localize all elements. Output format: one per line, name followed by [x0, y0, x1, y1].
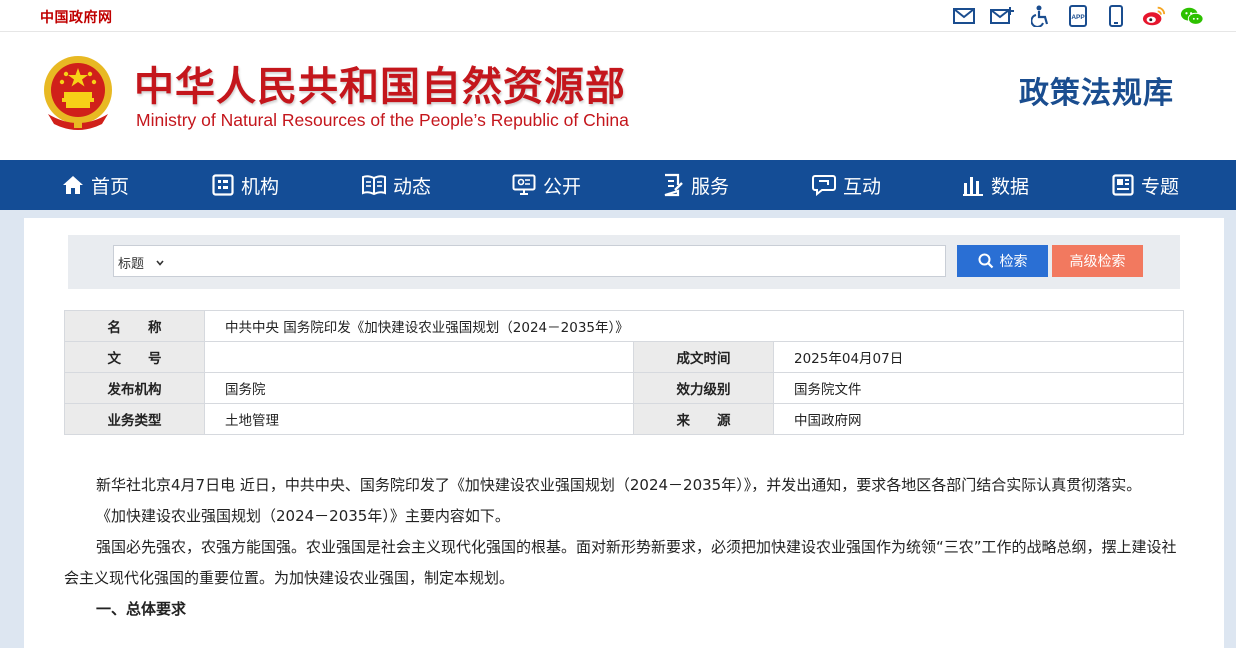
chevron-down-icon[interactable]: [155, 253, 165, 272]
nav-item-label: 互动: [843, 175, 882, 198]
advanced-search-label: 高级检索: [1069, 253, 1126, 269]
table-row: 文 号 成文时间 2025年04月07日: [64, 341, 1184, 373]
meta-label-name: 名 称: [64, 310, 205, 342]
nav-item-service[interactable]: 服务: [662, 160, 729, 210]
table-row: 名 称 中共中央 国务院印发《加快建设农业强国规划（2024－2035年）》: [64, 310, 1184, 342]
meta-value-level: 国务院文件: [773, 372, 1184, 404]
ministry-title-cn: 中华人民共和国自然资源部: [134, 64, 626, 110]
meta-value-issuer: 国务院: [204, 372, 634, 404]
top-bar: 中国政府网 APP: [0, 0, 1236, 32]
main-nav: 首页 机构 动态 公开 服务 互动 数据 专题: [0, 160, 1236, 210]
search-button[interactable]: 检索: [957, 245, 1048, 277]
nav-item-label: 机构: [241, 175, 280, 198]
app-icon[interactable]: APP: [1066, 4, 1090, 28]
nav-item-home[interactable]: 首页: [62, 160, 129, 210]
meta-value-type: 土地管理: [204, 403, 634, 435]
wechat-icon[interactable]: [1180, 4, 1204, 28]
ministry-title-en: Ministry of Natural Resources of the Peo…: [136, 110, 629, 130]
article-body: 新华社北京4月7日电 近日，中共中央、国务院印发了《加快建设农业强国规划（202…: [64, 470, 1184, 625]
meta-value-docno: [204, 341, 634, 373]
top-icon-group: APP: [952, 4, 1204, 28]
table-row: 发布机构 国务院 效力级别 国务院文件: [64, 372, 1184, 404]
nav-item-label: 服务: [691, 175, 730, 198]
nav-item-label: 首页: [91, 175, 130, 198]
meta-value-name: 中共中央 国务院印发《加快建设农业强国规划（2024－2035年）》: [204, 310, 1184, 342]
search-field-select[interactable]: 标题: [118, 253, 144, 272]
article-paragraph: 新华社北京4月7日电 近日，中共中央、国务院印发了《加快建设农业强国规划（202…: [96, 476, 1142, 494]
table-row: 业务类型 土地管理 来 源 中国政府网: [64, 403, 1184, 435]
meta-label-issuer: 发布机构: [64, 372, 205, 404]
chat-icon: [812, 175, 836, 196]
article-paragraph: 强国必先强农，农强方能国强。农业强国是社会主义现代化强国的根基。面对新形势新要求…: [64, 538, 1177, 587]
search-input[interactable]: [178, 248, 938, 274]
mail-plus-icon[interactable]: [990, 4, 1014, 28]
chart-icon: [963, 177, 983, 196]
org-icon: [212, 174, 234, 196]
nav-item-label: 公开: [543, 175, 582, 198]
nav-item-disclosure[interactable]: 公开: [512, 160, 581, 210]
policy-library-title: 政策法规库: [1019, 76, 1174, 111]
mobile-icon[interactable]: [1104, 4, 1128, 28]
nav-item-interact[interactable]: 互动: [812, 160, 881, 210]
nav-item-org[interactable]: 机构: [212, 160, 279, 210]
meta-label-source: 来 源: [633, 403, 774, 435]
topic-icon: [1112, 174, 1134, 196]
nav-item-news[interactable]: 动态: [362, 160, 431, 210]
document-meta-table: 名 称 中共中央 国务院印发《加快建设农业强国规划（2024－2035年）》 文…: [64, 310, 1184, 435]
nav-item-label: 动态: [393, 175, 432, 198]
app-icon-text: APP: [1071, 14, 1085, 21]
nav-item-label: 专题: [1141, 175, 1180, 198]
meta-label-docno: 文 号: [64, 341, 205, 373]
search-button-label: 检索: [999, 253, 1028, 269]
home-icon: [63, 176, 83, 194]
nav-item-data[interactable]: 数据: [962, 160, 1029, 210]
nav-item-label: 数据: [991, 175, 1030, 198]
article-section-heading: 一、总体要求: [96, 600, 187, 618]
meta-label-level: 效力级别: [633, 372, 774, 404]
search-icon: [978, 253, 993, 269]
news-icon: [362, 175, 386, 196]
weibo-icon[interactable]: [1142, 4, 1166, 28]
meta-label-date: 成文时间: [633, 341, 774, 373]
accessibility-icon[interactable]: [1028, 4, 1052, 28]
meta-label-type: 业务类型: [64, 403, 205, 435]
meta-value-date: 2025年04月07日: [773, 341, 1184, 373]
mail-icon[interactable]: [952, 4, 976, 28]
site-header: 中华人民共和国自然资源部 Ministry of Natural Resourc…: [0, 32, 1236, 160]
gov-portal-link[interactable]: 中国政府网: [40, 7, 113, 27]
national-emblem-logo: [38, 52, 118, 134]
disclosure-icon: [512, 174, 536, 195]
nav-item-topic[interactable]: 专题: [1112, 160, 1179, 210]
meta-value-source: 中国政府网: [773, 403, 1184, 435]
article-paragraph: 《加快建设农业强国规划（2024－2035年）》主要内容如下。: [96, 507, 510, 525]
advanced-search-button[interactable]: 高级检索: [1052, 245, 1143, 277]
service-icon: [664, 173, 683, 197]
